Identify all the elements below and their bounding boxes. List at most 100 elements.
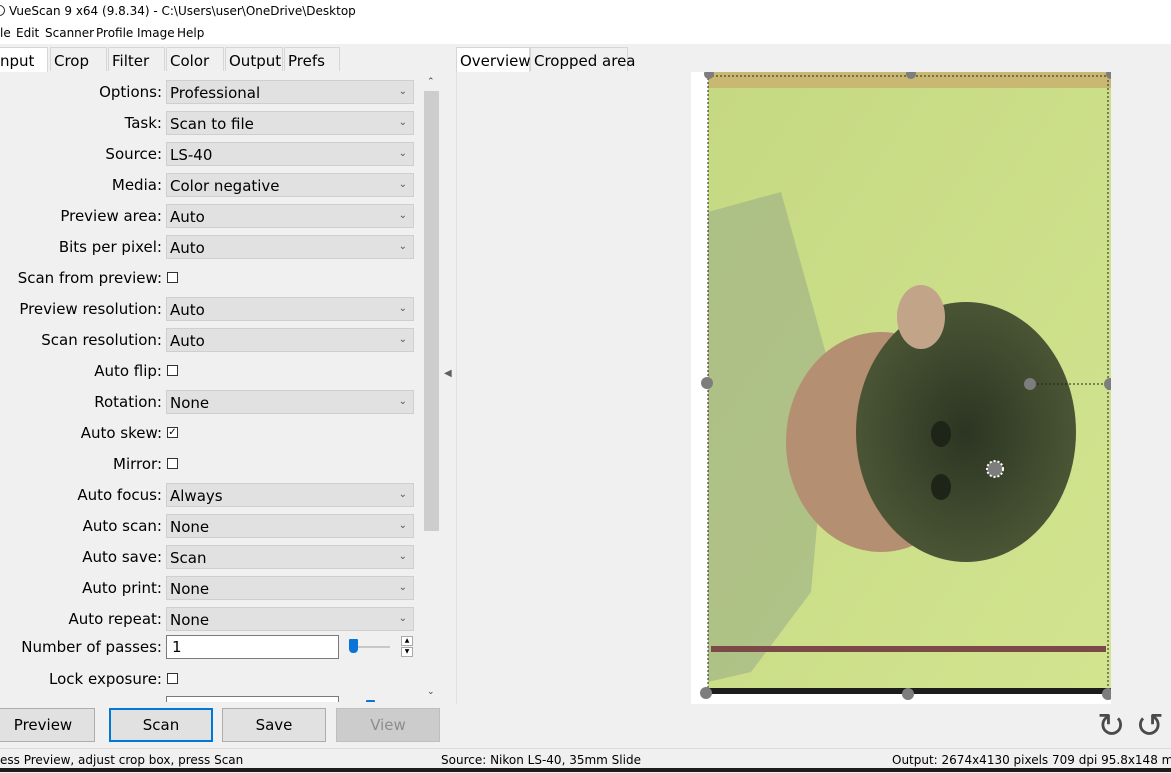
tab-crop[interactable]: Crop — [50, 47, 107, 71]
menu-file[interactable]: le — [0, 26, 11, 40]
tab-input[interactable]: nput — [0, 47, 48, 73]
task-select[interactable]: Scan to file ⌄ — [166, 111, 414, 135]
scroll-up-icon[interactable]: ⌃ — [427, 77, 435, 87]
tab-prefs[interactable]: Prefs — [284, 47, 340, 71]
chevron-down-icon: ⌄ — [398, 520, 407, 531]
row-number-of-passes: Number of passes: 1 ▲ ▼ — [0, 635, 420, 661]
auto-flip-checkbox[interactable] — [167, 365, 178, 376]
save-button[interactable]: Save — [222, 708, 326, 742]
menu-image[interactable]: Image — [137, 26, 175, 40]
row-options: Options: Professional ⌄ — [0, 80, 420, 106]
partial-slider-handle[interactable] — [366, 700, 375, 702]
rotate-controls: ↻ ↺ — [1097, 706, 1164, 746]
row-source: Source: LS-40 ⌄ — [0, 142, 420, 168]
auto-save-value: Scan — [170, 549, 207, 567]
scan-resolution-label: Scan resolution: — [41, 331, 162, 349]
tab-filter[interactable]: Filter — [108, 47, 165, 71]
scan-from-preview-checkbox[interactable] — [167, 272, 178, 283]
row-mirror: Mirror: — [0, 452, 420, 478]
auto-focus-select[interactable]: Always ⌄ — [166, 483, 414, 507]
caret-up-icon[interactable]: ▲ — [401, 636, 413, 646]
chevron-down-icon: ⌄ — [398, 303, 407, 314]
scan-from-preview-label: Scan from preview: — [17, 269, 162, 287]
status-output: Output: 2674x4130 pixels 709 dpi 95.8x14… — [892, 753, 1171, 767]
auto-focus-label: Auto focus: — [77, 486, 162, 504]
preview-area-label: Preview area: — [60, 207, 162, 225]
scan-button[interactable]: Scan — [109, 708, 213, 742]
rotation-value: None — [170, 394, 210, 412]
auto-print-value: None — [170, 580, 210, 598]
menu-scanner[interactable]: Scanner — [45, 26, 94, 40]
row-lock-exposure: Lock exposure: — [0, 667, 420, 693]
media-select[interactable]: Color negative ⌄ — [166, 173, 414, 197]
row-bits-per-pixel: Bits per pixel: Auto ⌄ — [0, 235, 420, 261]
auto-repeat-label: Auto repeat: — [68, 610, 162, 628]
options-select[interactable]: Professional ⌄ — [166, 80, 414, 104]
scan-resolution-value: Auto — [170, 332, 205, 350]
preview-resolution-value: Auto — [170, 301, 205, 319]
passes-stepper[interactable]: ▲ ▼ — [401, 636, 413, 658]
scan-resolution-select[interactable]: Auto ⌄ — [166, 328, 414, 352]
auto-skew-checkbox[interactable]: ✓ — [167, 427, 178, 438]
row-partial — [0, 696, 420, 702]
options-value: Professional — [170, 84, 261, 102]
menu-profile[interactable]: Profile — [96, 26, 133, 40]
row-media: Media: Color negative ⌄ — [0, 173, 420, 199]
menu-bar: le Edit Scanner Profile Image Help — [0, 22, 1171, 44]
scan-preview-graphic — [700, 69, 1116, 700]
settings-scrollbar[interactable]: ⌃ ⌄ — [424, 77, 439, 702]
preview-area-select[interactable]: Auto ⌄ — [166, 204, 414, 228]
status-hint: ess Preview, adjust crop box, press Scan — [0, 753, 244, 767]
chevron-down-icon: ⌄ — [398, 551, 407, 562]
lock-exposure-label: Lock exposure: — [49, 670, 162, 688]
chevron-down-icon: ⌄ — [398, 179, 407, 190]
auto-repeat-select[interactable]: None ⌄ — [166, 607, 414, 631]
row-preview-area: Preview area: Auto ⌄ — [0, 204, 420, 230]
auto-print-select[interactable]: None ⌄ — [166, 576, 414, 600]
caret-down-icon[interactable]: ▼ — [401, 647, 413, 657]
menu-edit[interactable]: Edit — [16, 26, 39, 40]
chevron-down-icon: ⌄ — [398, 396, 407, 407]
chevron-down-icon: ⌄ — [398, 148, 407, 159]
rotation-select[interactable]: None ⌄ — [166, 390, 414, 414]
chevron-down-icon: ⌄ — [398, 86, 407, 97]
task-value: Scan to file — [170, 115, 254, 133]
auto-save-label: Auto save: — [82, 548, 162, 566]
chevron-down-icon: ⌄ — [398, 241, 407, 252]
preview-image[interactable] — [691, 69, 1116, 704]
preview-button[interactable]: Preview — [0, 708, 95, 742]
chevron-down-icon: ⌄ — [398, 210, 407, 221]
partial-input[interactable] — [166, 696, 339, 702]
preview-resolution-label: Preview resolution: — [19, 300, 162, 318]
tab-color[interactable]: Color — [166, 47, 224, 71]
collapse-panel-icon[interactable]: ◀ — [444, 368, 452, 379]
auto-print-label: Auto print: — [82, 579, 162, 597]
row-auto-focus: Auto focus: Always ⌄ — [0, 483, 420, 509]
mirror-checkbox[interactable] — [167, 458, 178, 469]
rotate-right-icon[interactable]: ↺ — [1136, 706, 1165, 746]
tab-output[interactable]: Output — [225, 47, 283, 71]
scrollbar-thumb[interactable] — [424, 91, 439, 531]
rotation-label: Rotation: — [94, 393, 162, 411]
lock-exposure-checkbox[interactable] — [167, 673, 178, 684]
preview-resolution-select[interactable]: Auto ⌄ — [166, 297, 414, 321]
scroll-down-icon[interactable]: ⌄ — [427, 687, 435, 697]
chevron-down-icon: ⌄ — [398, 489, 407, 500]
source-label: Source: — [105, 145, 162, 163]
rotate-left-icon[interactable]: ↻ — [1097, 706, 1126, 746]
number-of-passes-input[interactable]: 1 — [166, 635, 339, 659]
source-select[interactable]: LS-40 ⌄ — [166, 142, 414, 166]
menu-help[interactable]: Help — [177, 26, 204, 40]
chevron-down-icon: ⌄ — [398, 613, 407, 624]
auto-save-select[interactable]: Scan ⌄ — [166, 545, 414, 569]
row-rotation: Rotation: None ⌄ — [0, 390, 420, 416]
number-of-passes-label: Number of passes: — [21, 638, 162, 656]
bits-per-pixel-select[interactable]: Auto ⌄ — [166, 235, 414, 259]
passes-slider-handle[interactable] — [349, 639, 358, 653]
row-auto-repeat: Auto repeat: None ⌄ — [0, 607, 420, 633]
source-value: LS-40 — [170, 146, 213, 164]
tab-cropped-area[interactable]: Cropped area — [530, 47, 636, 71]
view-button[interactable]: View — [336, 708, 440, 742]
auto-scan-select[interactable]: None ⌄ — [166, 514, 414, 538]
tab-overview[interactable]: Overview — [456, 47, 531, 73]
